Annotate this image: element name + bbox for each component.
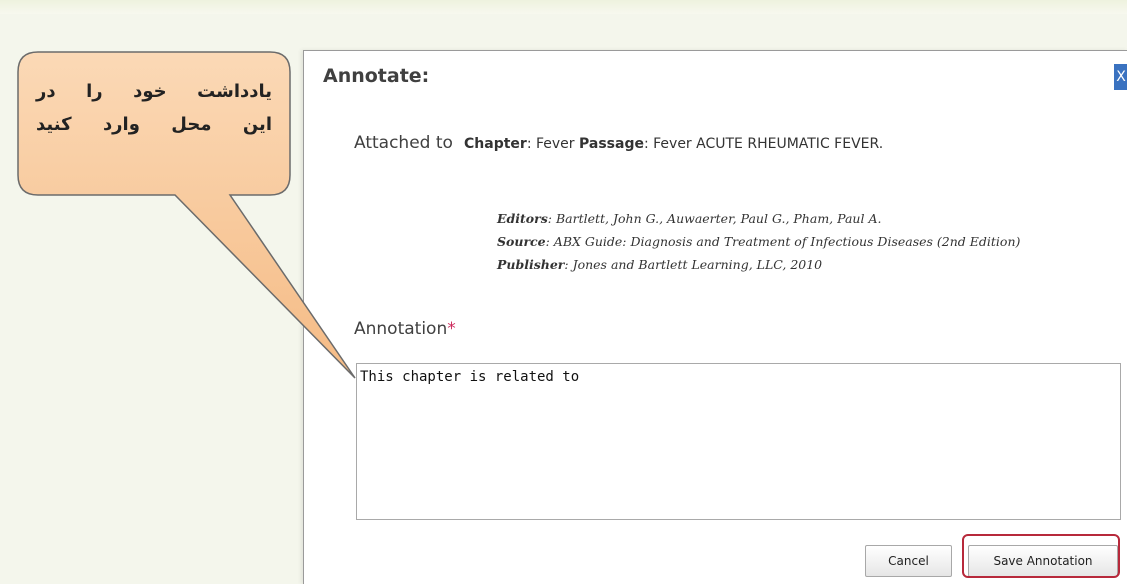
publisher-key: Publisher [497,257,565,272]
chapter-key: Chapter [464,136,527,152]
attached-to-row: Attached to Chapter: Fever Passage: Feve… [354,133,883,153]
callout-text: یادداشت خود را در این محل وارد کنید [36,75,272,141]
annotation-label-text: Annotation [354,319,448,339]
callout-bubble [17,51,356,379]
annotation-label: Annotation* [354,319,456,339]
required-asterisk: * [447,319,456,339]
attachment-details: Chapter: Fever Passage: Fever ACUTE RHEU… [464,136,883,152]
editors-value: : Bartlett, John G., Auwaerter, Paul G.,… [547,211,882,226]
passage-value: : Fever ACUTE RHEUMATIC FEVER. [643,136,884,152]
callout-line-2: این محل وارد کنید [36,114,272,135]
cancel-button[interactable]: Cancel [865,545,952,577]
callout-line-1: یادداشت خود را در [36,81,272,102]
editors-key: Editors [497,211,548,226]
close-button[interactable]: X [1114,64,1127,90]
save-button-highlight [962,534,1120,578]
source-value: : ABX Guide: Diagnosis and Treatment of … [545,234,1021,249]
annotation-textarea[interactable]: This chapter is related to [356,363,1121,520]
publisher-line: Publisher: Jones and Bartlett Learning, … [497,253,1020,276]
citation-metadata: Editors: Bartlett, John G., Auwaerter, P… [497,207,1020,276]
chapter-value: : Fever [526,136,579,152]
passage-key: Passage [579,136,644,152]
attached-to-label: Attached to [354,133,453,153]
source-line: Source: ABX Guide: Diagnosis and Treatme… [497,230,1020,253]
editors-line: Editors: Bartlett, John G., Auwaerter, P… [497,207,1020,230]
publisher-value: : Jones and Bartlett Learning, LLC, 2010 [564,257,823,272]
annotate-dialog: Annotate: X Attached to Chapter: Fever P… [303,50,1127,584]
source-key: Source [497,234,546,249]
